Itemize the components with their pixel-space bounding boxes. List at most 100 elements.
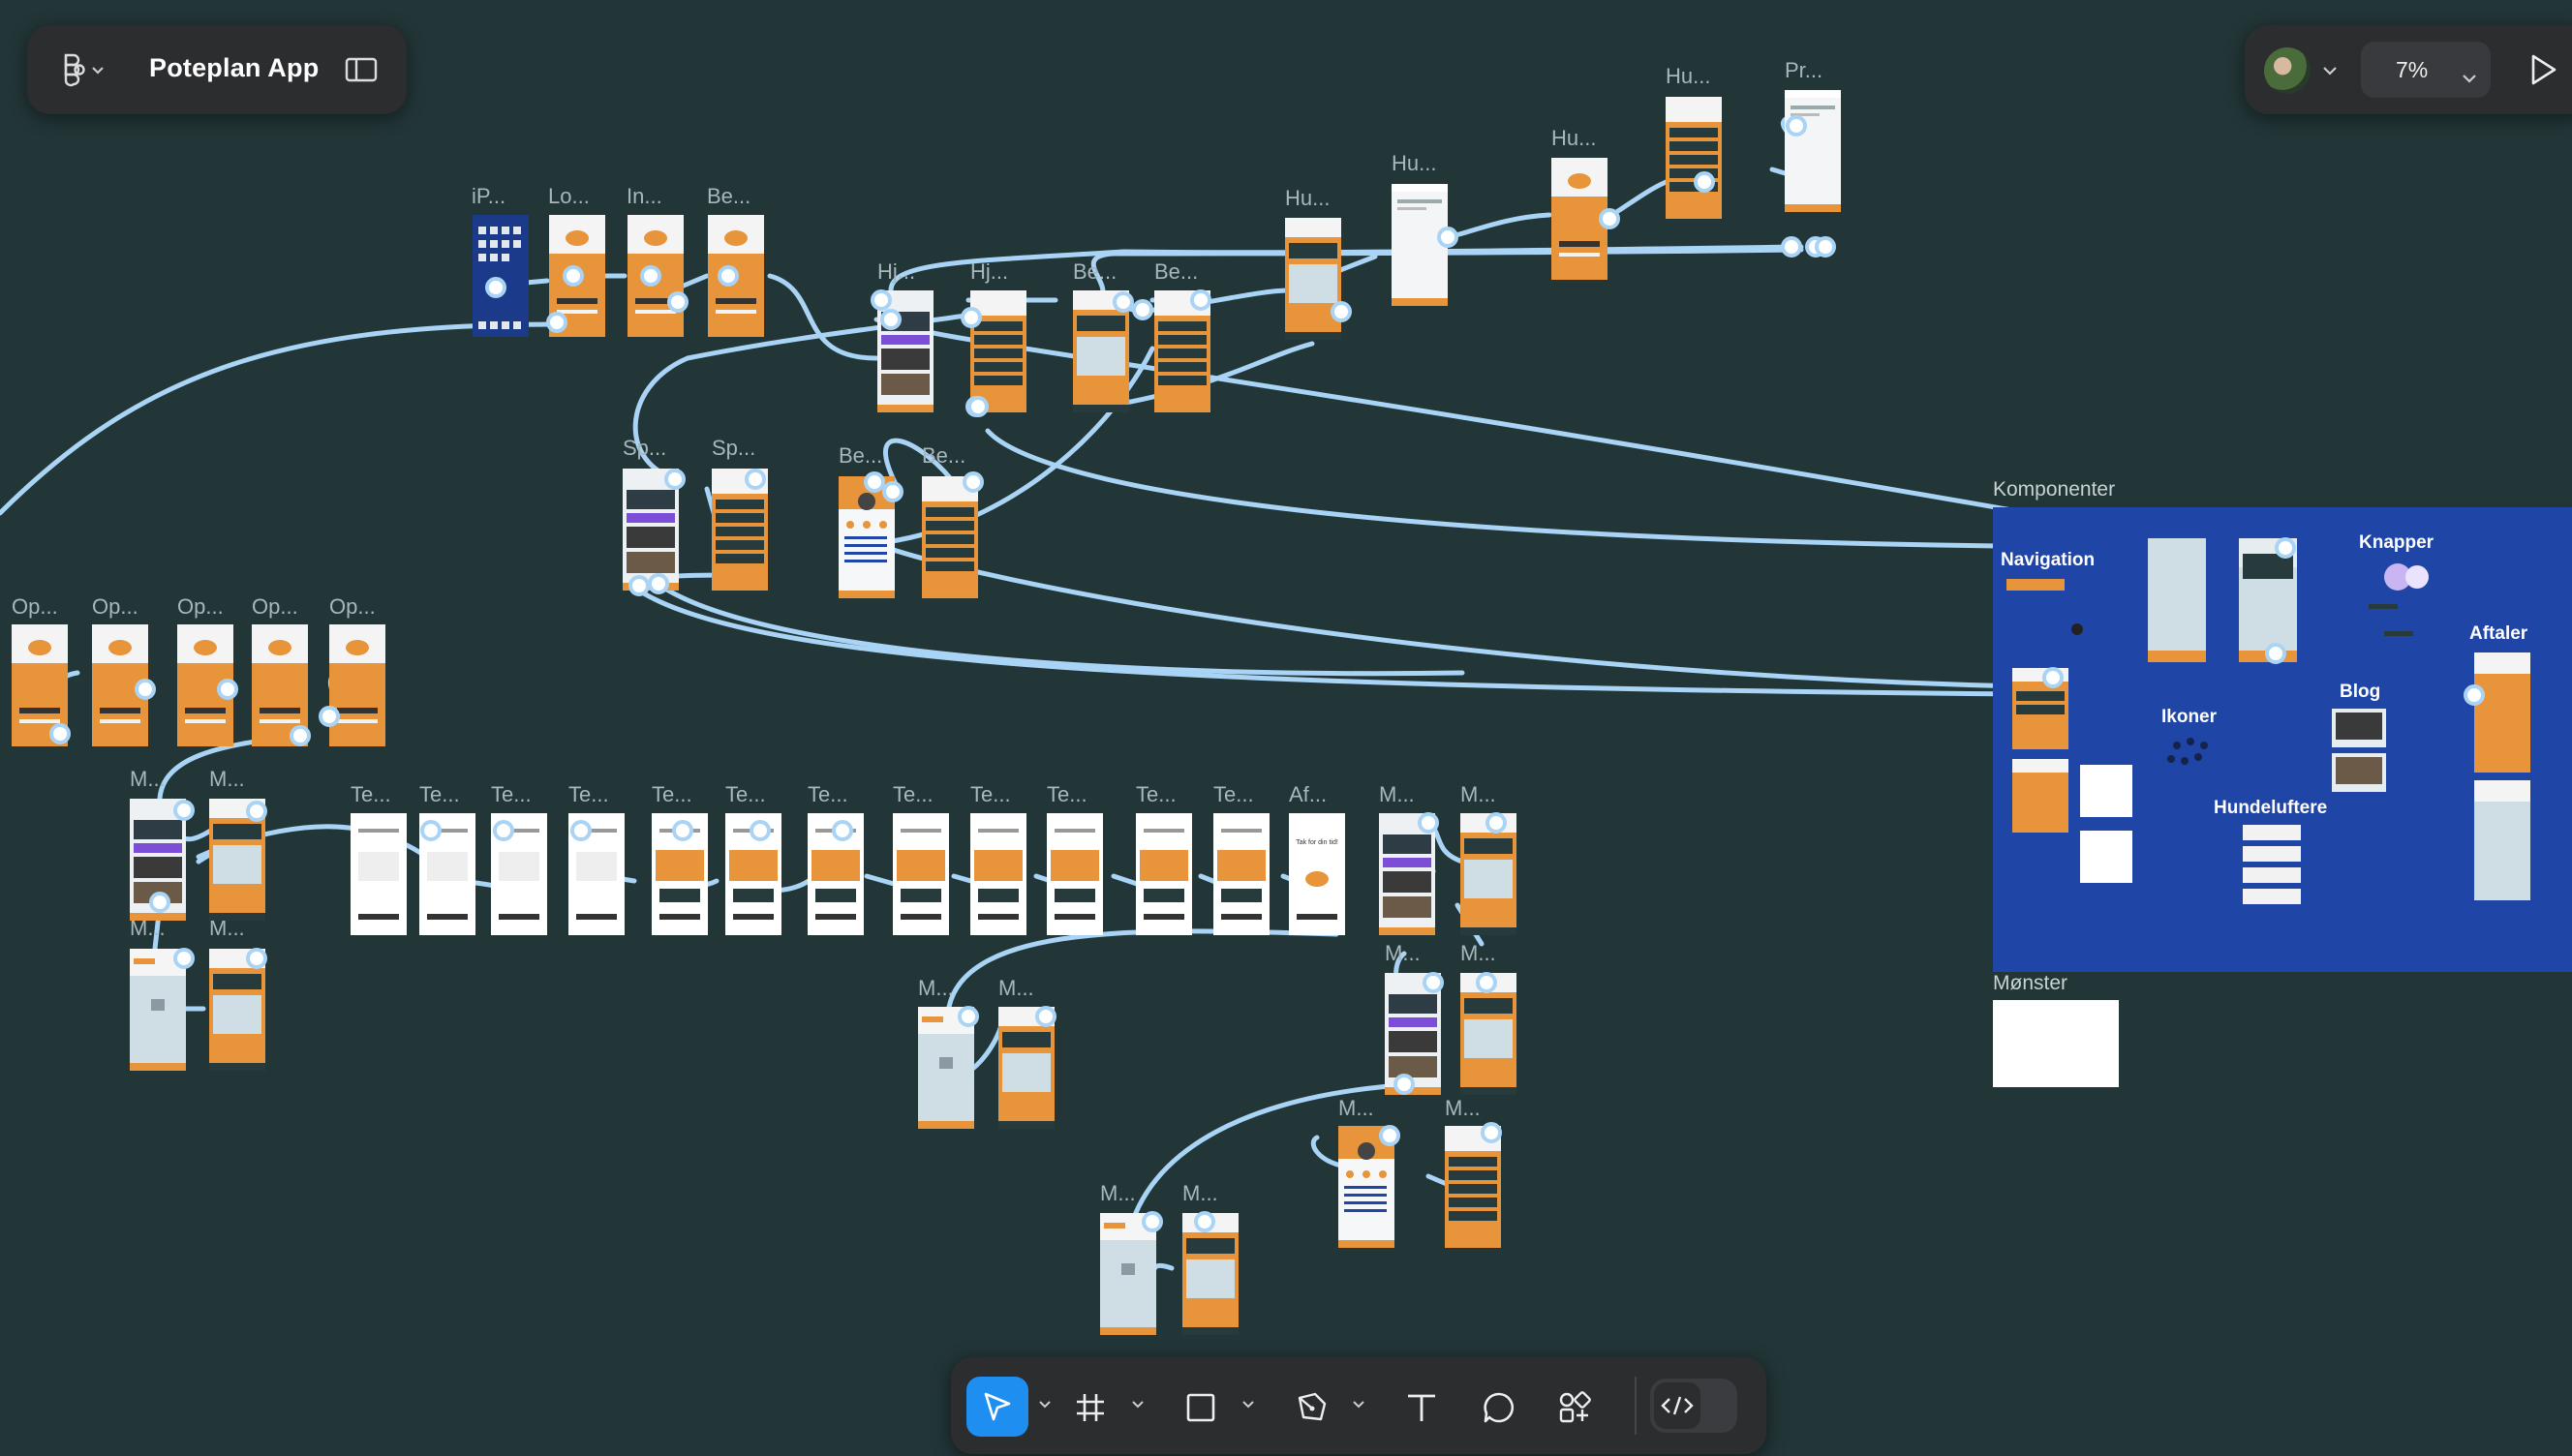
frame-label-te6: Te... [725, 782, 766, 806]
pen-tool-button[interactable] [1280, 1377, 1342, 1437]
pattern-frame[interactable] [1993, 1000, 2119, 1087]
rectangle-icon [1186, 1393, 1215, 1422]
frame-iphone[interactable] [473, 215, 529, 337]
frame-label-hj1: Hj... [877, 259, 915, 284]
pen-icon [1298, 1392, 1327, 1421]
component-label-knapper: Knapper [2359, 532, 2434, 553]
frame-label-m12: M... [1445, 1096, 1481, 1120]
frame-label-m7: M... [1385, 941, 1421, 965]
component-label-hundeluftere: Hundeluftere [2214, 798, 2327, 818]
frame-label-op3: Op... [177, 594, 224, 619]
frame-label-te11: Te... [1136, 782, 1177, 806]
frame-af[interactable]: Tak for din tid! [1289, 813, 1345, 935]
frame-label-op1: Op... [12, 594, 58, 619]
frame-label-op2: Op... [92, 594, 138, 619]
shape-chevron-down-icon[interactable] [1241, 1400, 1255, 1410]
zoom-dropdown[interactable]: 7% [2361, 42, 2491, 98]
frame-be5[interactable] [922, 476, 978, 598]
frame-label-m2: M... [209, 767, 245, 791]
frame-pr[interactable] [1785, 90, 1841, 212]
sidebar-toggle-icon[interactable] [345, 56, 378, 83]
frame-label-sp1: Sp... [623, 436, 666, 460]
frame-label-sp2: Sp... [712, 436, 755, 460]
frame-label-iphone: iP... [472, 184, 505, 208]
frame-label-hu4: Hu... [1666, 64, 1710, 88]
frame-label-te8: Te... [893, 782, 934, 806]
frame-label-af: Af... [1289, 782, 1327, 806]
frame-te11[interactable] [1136, 813, 1192, 935]
shape-tool-button[interactable] [1170, 1377, 1232, 1437]
frame-label-m9: M... [918, 976, 954, 1000]
frame-label-m1: M... [130, 767, 166, 791]
frame-te8[interactable] [893, 813, 949, 935]
cursor-arrow-icon [984, 1392, 1011, 1421]
zoom-value: 7% [2396, 57, 2429, 82]
frame-label-hj2: Hj... [970, 259, 1008, 284]
frame-chevron-down-icon[interactable] [1131, 1400, 1145, 1410]
dev-mode-toggle[interactable] [1650, 1379, 1737, 1433]
frame-hu4[interactable] [1666, 97, 1722, 219]
toolbar-divider [1635, 1377, 1637, 1435]
frame-label-te9: Te... [970, 782, 1011, 806]
design-canvas[interactable]: iP... Lo... In... Be... Hj... Hj... Be..… [0, 0, 2572, 1456]
component-label-aftaler: Aftaler [2469, 623, 2528, 644]
frame-label-op4: Op... [252, 594, 298, 619]
frame-label-te7: Te... [808, 782, 848, 806]
frame-te10[interactable] [1047, 813, 1103, 935]
frame-hash-icon [1077, 1394, 1104, 1421]
frame-label-pr: Pr... [1785, 58, 1822, 82]
frame-label-be5: Be... [922, 443, 965, 468]
frame-label-hu1: Hu... [1285, 186, 1330, 210]
present-play-icon[interactable] [2526, 52, 2560, 92]
bottom-toolbar [951, 1357, 1766, 1454]
frame-label-m5: M... [1379, 782, 1415, 806]
avatar[interactable] [2264, 47, 2311, 94]
frame-te1[interactable] [351, 813, 407, 935]
frame-hu1[interactable] [1285, 218, 1341, 340]
frame-te12[interactable] [1213, 813, 1270, 935]
frame-tool-button[interactable] [1059, 1377, 1121, 1437]
komponenter-section[interactable]: Navigation Knapper Aftaler Blog Ikoner H… [1993, 507, 2572, 972]
frame-label-te1: Te... [351, 782, 391, 806]
zoom-chevron-down-icon [2462, 64, 2477, 90]
frame-label-te3: Te... [491, 782, 532, 806]
frame-m12[interactable] [1445, 1126, 1501, 1248]
frame-label-intro: In... [627, 184, 662, 208]
comment-tool-button[interactable] [1468, 1377, 1530, 1437]
frame-hj2[interactable] [970, 290, 1026, 412]
pen-chevron-down-icon[interactable] [1352, 1400, 1365, 1410]
actions-tool-button[interactable] [1544, 1377, 1606, 1437]
frame-label-te2: Te... [419, 782, 460, 806]
text-tool-button[interactable] [1391, 1377, 1453, 1437]
frame-label-te12: Te... [1213, 782, 1254, 806]
frame-label-m14: M... [1182, 1181, 1218, 1205]
move-tool-button[interactable] [966, 1377, 1028, 1437]
frame-label-te4: Te... [568, 782, 609, 806]
move-chevron-down-icon[interactable] [1038, 1400, 1052, 1410]
dev-mode-knob [1654, 1382, 1700, 1429]
frames[interactable]: Tak for din tid! [12, 90, 1841, 1335]
frame-label-m6: M... [1460, 782, 1496, 806]
frame-label-hu3: Hu... [1551, 126, 1596, 150]
code-brackets-icon [1661, 1396, 1694, 1415]
file-name[interactable]: Poteplan App [149, 53, 319, 83]
frame-m6[interactable] [1460, 813, 1516, 935]
file-menu-bar: Poteplan App [27, 25, 407, 114]
component-label-navigation: Navigation [2001, 550, 2095, 570]
af-thanks-text: Tak for din tid! [1296, 839, 1338, 846]
figma-menu-icon[interactable] [56, 51, 110, 88]
frame-label-m8: M... [1460, 941, 1496, 965]
frame-te9[interactable] [970, 813, 1026, 935]
frame-m14[interactable] [1182, 1213, 1239, 1335]
frame-hu2[interactable] [1392, 184, 1448, 306]
frame-label-be3: Be... [1154, 259, 1198, 284]
avatar-chevron-down-icon[interactable] [2322, 64, 2338, 81]
frame-m3[interactable] [130, 949, 186, 1071]
frame-label-te10: Te... [1047, 782, 1087, 806]
frame-op5[interactable] [329, 624, 385, 746]
component-label-blog: Blog [2340, 682, 2380, 702]
frame-label-m10: M... [998, 976, 1034, 1000]
frame-label-op5: Op... [329, 594, 376, 619]
comment-bubble-icon [1484, 1392, 1515, 1423]
top-right-bar: 7% [2245, 25, 2572, 114]
